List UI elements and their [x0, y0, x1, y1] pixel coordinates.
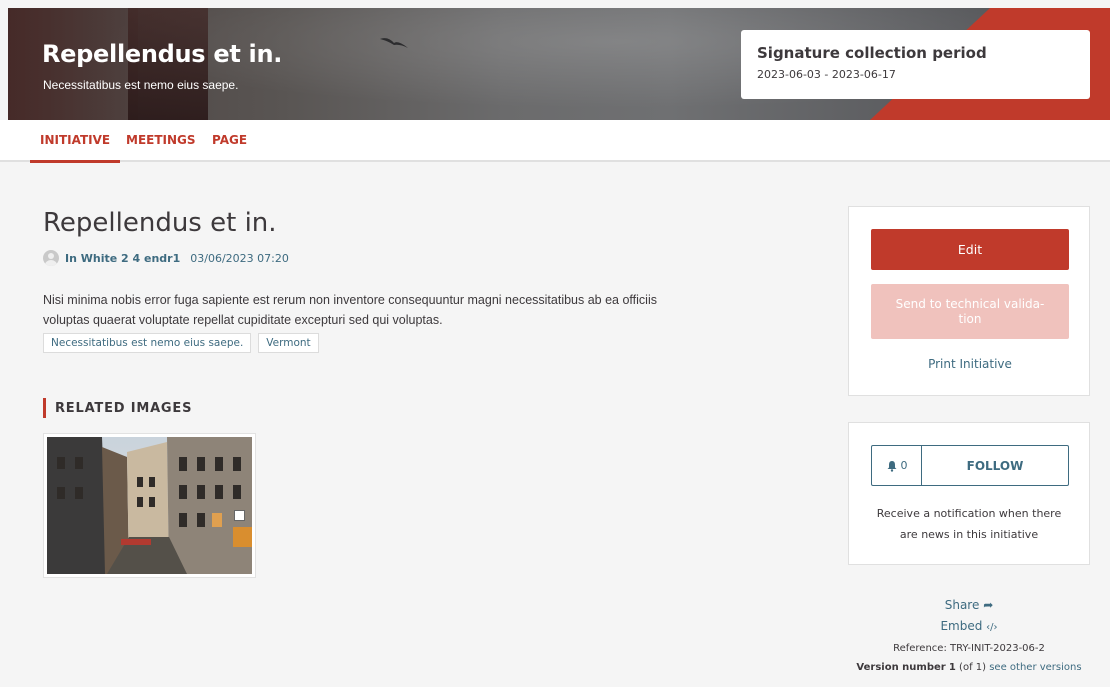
tab-meetings[interactable]: MEETINGS — [126, 133, 196, 147]
version-row: Version number 1 (of 1) see other versio… — [848, 658, 1090, 677]
see-other-versions-link[interactable]: see other versions — [989, 662, 1081, 673]
share-icon: ➦ — [983, 598, 994, 612]
share-link[interactable]: Share ➦ — [848, 595, 1090, 616]
sidebar-links: Share ➦ Embed ‹/› Reference: TRY-INIT-20… — [848, 595, 1090, 677]
author-name[interactable]: In White 2 4 endr1 — [65, 252, 180, 265]
hero-banner: Repellendus et in. Necessitatibus est ne… — [8, 8, 1110, 120]
follow-button[interactable]: 0 FOLLOW — [871, 445, 1069, 486]
bell-icon — [887, 460, 896, 472]
tag-scope[interactable]: Necessitatibus est nemo eius saepe. — [43, 333, 252, 353]
print-initiative-link[interactable]: Print Initiative — [849, 357, 1091, 371]
body-line-2: voluptas quaerat voluptate repellat cupi… — [43, 313, 443, 327]
bird-silhouette — [380, 38, 408, 48]
tag-list: Necessitatibus est nemo eius saepe. Verm… — [43, 333, 319, 353]
related-images-title: RELATED IMAGES — [55, 400, 193, 416]
tab-page[interactable]: PAGE — [212, 133, 247, 147]
send-technical-validation-button[interactable]: Send to technical valida-tion — [871, 284, 1069, 339]
initiative-body: Nisi minima nobis error fuga sapiente es… — [43, 290, 733, 330]
embed-icon: ‹/› — [986, 622, 998, 633]
signature-period-label: Signature collection period — [757, 44, 987, 62]
related-images-heading: RELATED IMAGES — [43, 398, 192, 418]
signature-period-card: Signature collection period 2023-06-03 -… — [741, 30, 1090, 99]
publish-date: 03/06/2023 07:20 — [190, 251, 289, 265]
tab-initiative[interactable]: INITIATIVE — [29, 133, 121, 163]
follow-count: 0 — [872, 446, 922, 485]
related-image-thumbnail[interactable] — [43, 433, 256, 578]
embed-label: Embed — [940, 619, 983, 633]
street-photo — [47, 437, 252, 574]
follow-note: Receive a notification when there are ne… — [876, 507, 1062, 541]
version-of: (of 1) — [959, 662, 987, 673]
follow-card: 0 FOLLOW Receive a notification when the… — [848, 422, 1090, 565]
heading-accent-bar — [43, 398, 46, 418]
signature-period-dates: 2023-06-03 - 2023-06-17 — [757, 68, 896, 81]
body-line-1: Nisi minima nobis error fuga sapiente es… — [43, 293, 657, 307]
version-number: 1 — [948, 662, 956, 673]
author-row: In White 2 4 endr1 03/06/2023 07:20 — [43, 250, 289, 266]
hero-title: Repellendus et in. — [42, 40, 283, 68]
follow-label: FOLLOW — [966, 458, 1024, 473]
actions-card: Edit Send to technical valida-tion Print… — [848, 206, 1090, 396]
avatar — [43, 250, 59, 266]
tab-bar: INITIATIVE MEETINGS PAGE — [0, 120, 1110, 163]
version-prefix: Version number — [856, 662, 946, 673]
edit-button[interactable]: Edit — [871, 229, 1069, 270]
tag-area[interactable]: Vermont — [258, 333, 319, 353]
share-label: Share — [944, 598, 980, 612]
hero-subtitle: Necessitatibus est nemo eius saepe. — [43, 78, 239, 92]
embed-link[interactable]: Embed ‹/› — [848, 616, 1090, 638]
external-link-icon[interactable] — [234, 510, 245, 521]
reference-text: Reference: TRY-INIT-2023-06-2 — [893, 643, 1045, 654]
page-title: Repellendus et in. — [43, 208, 277, 238]
follow-count-value: 0 — [900, 459, 908, 472]
